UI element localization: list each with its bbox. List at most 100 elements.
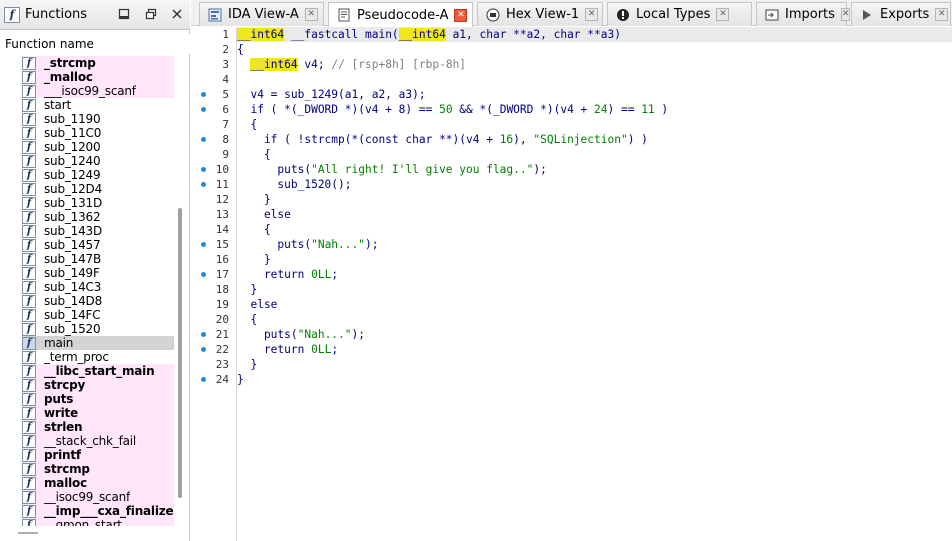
code-line[interactable]: { (237, 312, 257, 327)
breakpoint-dot-icon[interactable] (201, 182, 206, 187)
tab-close-icon[interactable]: ✕ (304, 8, 318, 21)
code-line[interactable]: puts("Nah..."); (237, 237, 378, 252)
function-list-item[interactable]: f sub_1520 (22, 322, 174, 336)
code-line[interactable]: v4 = sub_1249(a1, a2, a3); (237, 87, 425, 102)
tab-ida-view-a[interactable]: IDA View-A ✕ (199, 2, 324, 26)
function-list-item[interactable]: f main (22, 336, 174, 350)
function-list-item[interactable]: f _strcmp (22, 56, 174, 70)
code-line[interactable]: } (237, 282, 257, 297)
function-list-item[interactable]: f write (22, 406, 174, 420)
tab-exports[interactable]: Exports ✕ (851, 2, 951, 26)
code-line[interactable]: puts("Nah..."); (237, 327, 365, 342)
code-token: ); (533, 163, 547, 176)
function-list-item[interactable]: f sub_1190 (22, 112, 174, 126)
function-list-item[interactable]: f _term_proc (22, 350, 174, 364)
function-list-item[interactable]: f sub_1362 (22, 210, 174, 224)
breakpoint-dot-icon[interactable] (201, 107, 206, 112)
function-list-item[interactable]: f start (22, 98, 174, 112)
function-list-item[interactable]: f strlen (22, 420, 174, 434)
code-line[interactable]: if ( *(_DWORD *)(v4 + 8) == 50 && *(_DWO… (237, 102, 668, 117)
breakpoint-dot-icon[interactable] (201, 332, 206, 337)
function-list-item[interactable]: f strcpy (22, 378, 174, 392)
line-number-text: 11 (215, 178, 229, 191)
function-list-item[interactable]: f __stack_chk_fail (22, 434, 174, 448)
tab-local-types[interactable]: Local Types ✕ (607, 2, 752, 26)
function-list-item[interactable]: f sub_11C0 (22, 126, 174, 140)
function-list-item[interactable]: f __isoc99_scanf (22, 490, 174, 504)
tab-hex-view-1[interactable]: Hex View-1 ✕ (477, 2, 603, 26)
function-list-item[interactable]: f sub_149F (22, 266, 174, 280)
code-line[interactable]: if ( !strcmp(*(const char **)(v4 + 16), … (237, 132, 648, 147)
code-line[interactable]: } (237, 372, 244, 387)
function-name: _term_proc (44, 350, 109, 364)
function-name: sub_1249 (44, 168, 101, 182)
code-token: ) (654, 103, 669, 116)
line-number: 1 (191, 27, 236, 42)
breakpoint-dot-icon[interactable] (201, 92, 206, 97)
function-list-item[interactable]: f puts (22, 392, 174, 406)
breakpoint-dot-icon[interactable] (201, 137, 206, 142)
tab-label: Hex View-1 (506, 7, 580, 22)
code-line[interactable]: } (237, 357, 257, 372)
line-number: 6 (191, 102, 236, 117)
tab-close-icon[interactable]: ✕ (585, 8, 599, 21)
function-list-item[interactable]: f sub_14C3 (22, 280, 174, 294)
function-list-item[interactable]: f __gmon_start__ (22, 518, 174, 526)
code-line[interactable]: __int64 v4; // [rsp+8h] [rbp-8h] (237, 57, 466, 72)
breakpoint-dot-icon[interactable] (201, 242, 206, 247)
function-list-item[interactable]: f sub_1249 (22, 168, 174, 182)
function-list-item[interactable]: f sub_147B (22, 252, 174, 266)
minimize-panel-icon[interactable] (117, 8, 131, 22)
code-line[interactable]: return 0LL; (237, 267, 338, 282)
function-list-item[interactable]: f __imp___cxa_finalize (22, 504, 174, 518)
function-list-item[interactable]: f sub_14D8 (22, 294, 174, 308)
function-name: sub_1200 (44, 140, 101, 154)
tab-close-icon[interactable]: ✕ (454, 8, 468, 22)
function-list-hscrollbar[interactable] (18, 532, 38, 534)
code-line[interactable]: else (237, 297, 277, 312)
function-list[interactable]: f _strcmp f _malloc f ___isoc99_scanf f start f s… (22, 56, 174, 526)
code-line[interactable]: { (237, 222, 271, 237)
function-list-item[interactable]: f __libc_start_main (22, 364, 174, 378)
function-list-item[interactable]: f sub_131D (22, 196, 174, 210)
code-line[interactable]: __int64 __fastcall main(__int64 a1, char… (237, 27, 621, 42)
breakpoint-dot-icon[interactable] (201, 377, 206, 382)
function-list-item[interactable]: f strcmp (22, 462, 174, 476)
code-line[interactable]: } (237, 252, 271, 267)
code-line[interactable]: { (237, 42, 244, 57)
code-token: else (237, 298, 278, 311)
column-header-function-name[interactable]: Function name (0, 34, 190, 54)
code-line[interactable]: sub_1520(); (237, 177, 351, 192)
tab-close-icon[interactable]: ✕ (716, 8, 730, 21)
tab-close-icon[interactable]: ✕ (935, 8, 949, 21)
pseudocode-view[interactable]: 1 2 3 4 5 6 7 8 9 10 11 12 13 14 15 16 17 18 19 20 21 22 23 24 … (191, 27, 952, 541)
breakpoint-dot-icon[interactable] (201, 272, 206, 277)
function-list-item[interactable]: f sub_1200 (22, 140, 174, 154)
function-list-item[interactable]: f malloc (22, 476, 174, 490)
code-line[interactable]: return 0LL; (237, 342, 338, 357)
code-line[interactable]: } (237, 192, 271, 207)
function-list-item[interactable]: f sub_12D4 (22, 182, 174, 196)
function-icon: f (22, 462, 36, 476)
function-list-item[interactable]: f printf (22, 448, 174, 462)
function-list-item[interactable]: f _malloc (22, 70, 174, 84)
function-list-item[interactable]: f sub_1240 (22, 154, 174, 168)
line-number-text: 24 (215, 373, 229, 386)
tab-imports[interactable]: Imports ✕ (756, 2, 851, 26)
function-list-item[interactable]: f sub_1457 (22, 238, 174, 252)
close-panel-icon[interactable] (170, 8, 184, 22)
function-list-item[interactable]: f sub_14FC (22, 308, 174, 322)
breakpoint-dot-icon[interactable] (201, 167, 206, 172)
code-line[interactable]: { (237, 147, 271, 162)
function-list-scrollbar[interactable] (178, 208, 182, 498)
code-line[interactable]: { (237, 117, 257, 132)
code-line[interactable]: puts("All right! I'll give you flag.."); (237, 162, 547, 177)
function-list-item[interactable]: f sub_143D (22, 224, 174, 238)
code-token: } (237, 283, 258, 296)
tab-pseudocode-a[interactable]: Pseudocode-A ✕ (328, 2, 473, 27)
breakpoint-dot-icon[interactable] (201, 347, 206, 352)
code-line[interactable]: else (237, 207, 291, 222)
tab-close-icon[interactable]: ✕ (840, 8, 851, 21)
float-panel-icon[interactable] (144, 8, 158, 22)
function-list-item[interactable]: f ___isoc99_scanf (22, 84, 174, 98)
